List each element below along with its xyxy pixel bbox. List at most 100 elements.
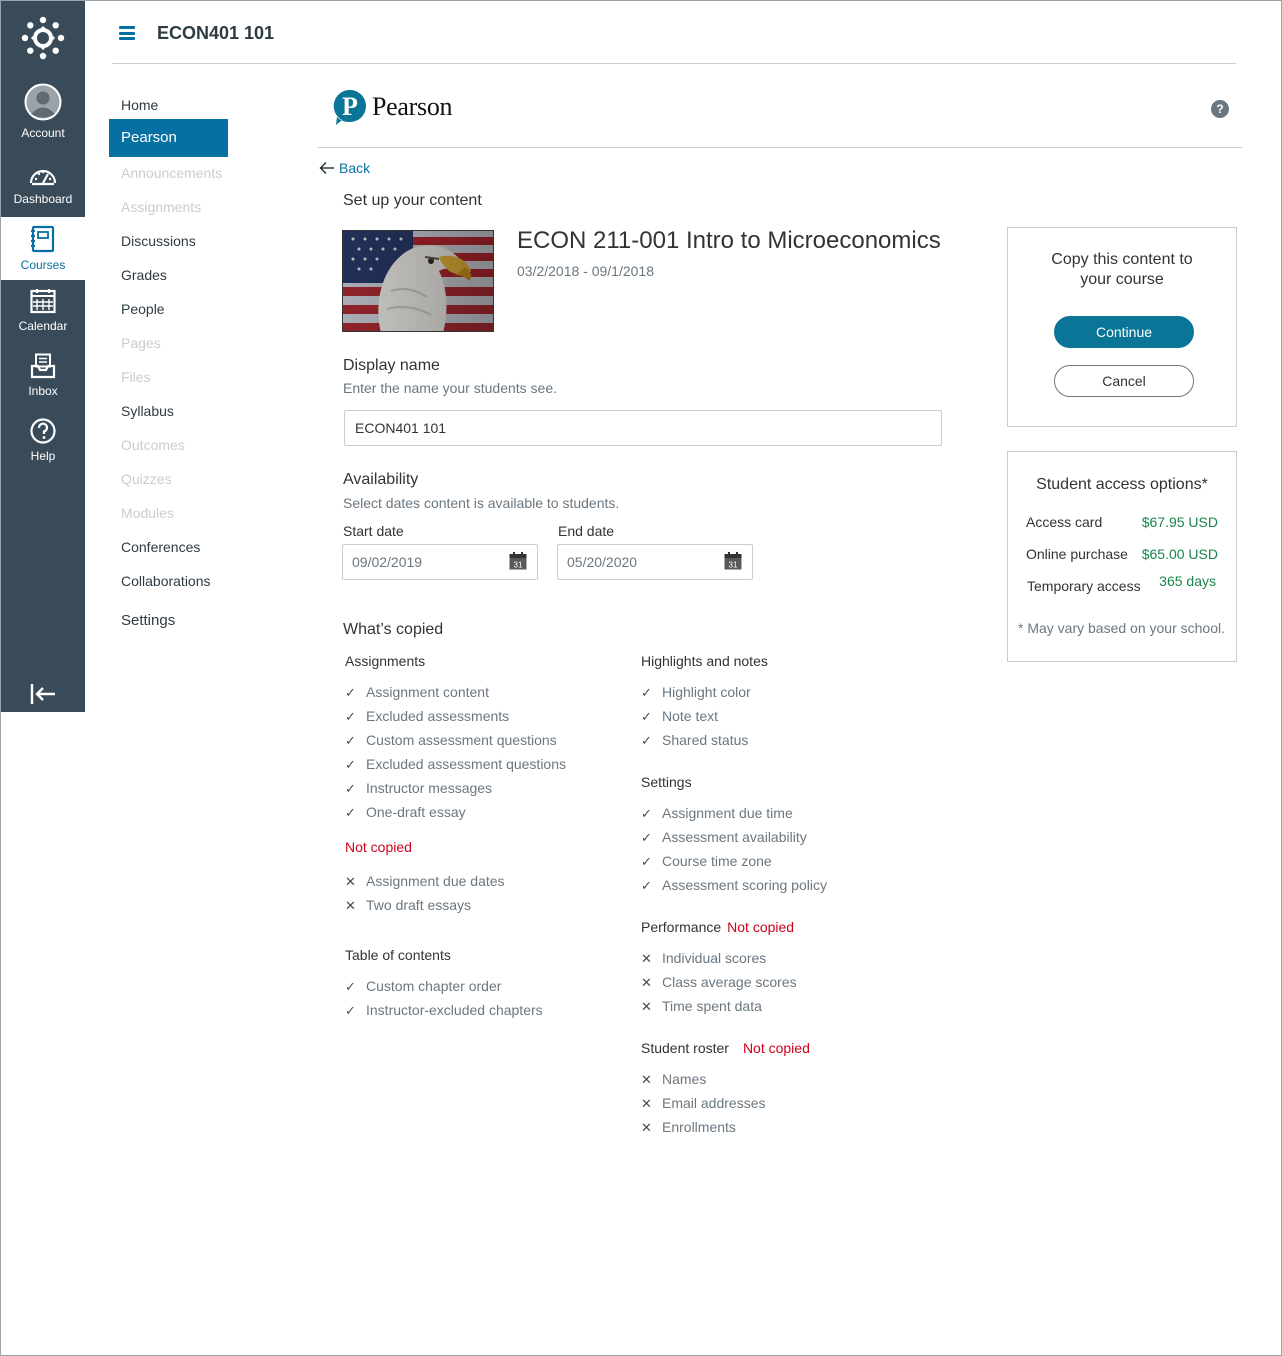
back-label: Back: [339, 160, 371, 176]
course-nav-discussions[interactable]: Discussions: [109, 222, 228, 260]
inbox-icon: [30, 353, 56, 379]
start-date-calendar-icon[interactable]: 31: [509, 552, 527, 570]
end-date-value: 05/20/2020: [567, 554, 638, 570]
availability-hint: Select dates content is available to stu…: [343, 495, 620, 511]
copied-item: ✓ Excluded assessments: [345, 708, 510, 724]
course-thumbnail: [342, 230, 494, 332]
back-link[interactable]: Back: [319, 160, 370, 176]
global-nav-dashboard[interactable]: Dashboard: [1, 163, 85, 213]
copied-item: ✓ Instructor messages: [345, 780, 493, 796]
account-avatar-icon: [24, 83, 62, 121]
x-mark-icon: ✕: [641, 975, 652, 990]
copied-item: ✓ Assessment scoring policy: [641, 877, 827, 893]
not-copied-item: ✕ Time spent data: [641, 998, 762, 1014]
copied-item: ✓ Assessment availability: [641, 829, 807, 845]
x-mark-icon: ✕: [641, 1096, 652, 1111]
course-nav-modules: Modules: [121, 505, 174, 521]
product-dates: 03/2/2018 - 09/1/2018: [517, 263, 655, 279]
access-option-duration: 365 days: [1159, 573, 1216, 589]
copied-item: ✓ Note text: [641, 708, 719, 724]
global-nav-label: Help: [30, 449, 56, 463]
end-date-label: End date: [558, 523, 615, 539]
calendar-day-number: 31: [729, 561, 738, 570]
checkmark-icon: ✓: [345, 805, 356, 820]
x-mark-icon: ✕: [345, 874, 356, 889]
help-icon: [30, 418, 56, 444]
copied-item: ✓ Highlight color: [641, 684, 751, 700]
not-copied-item: ✕ Class average scores: [641, 974, 797, 990]
courses-icon: [31, 225, 55, 253]
copied-item: ✓ Excluded assessment questions: [345, 756, 566, 772]
checkmark-icon: ✓: [641, 830, 652, 845]
course-nav-pearson[interactable]: Pearson: [109, 119, 228, 157]
x-mark-icon: ✕: [641, 999, 652, 1014]
global-nav-help[interactable]: Help: [1, 418, 85, 468]
course-nav-grades[interactable]: Grades: [109, 256, 228, 294]
checkmark-icon: ✓: [641, 685, 652, 700]
global-nav-inbox[interactable]: Inbox: [1, 353, 85, 403]
course-title: ECON401 101: [157, 23, 275, 43]
continue-button[interactable]: Continue: [1054, 316, 1194, 348]
x-mark-icon: ✕: [345, 898, 356, 913]
course-nav-settings[interactable]: Settings: [109, 602, 228, 640]
course-nav-conferences[interactable]: Conferences: [109, 528, 228, 566]
pearson-wordmark: Pearson: [372, 92, 453, 121]
checkmark-icon: ✓: [345, 1003, 356, 1018]
copied-item: ✓ Assignment content: [345, 684, 489, 700]
copied-item: ✓ Custom chapter order: [345, 978, 502, 994]
checkmark-icon: ✓: [345, 733, 356, 748]
global-nav-courses[interactable]: Courses: [1, 217, 85, 280]
course-nav-people[interactable]: People: [109, 290, 228, 328]
checkmark-icon: ✓: [345, 709, 356, 724]
checkmark-icon: ✓: [345, 979, 356, 994]
arrow-left-icon: [319, 161, 334, 175]
header-divider: [112, 63, 1236, 64]
course-nav-outcomes: Outcomes: [121, 437, 185, 453]
highlights-group-title: Highlights and notes: [641, 653, 768, 669]
x-mark-icon: ✕: [641, 1072, 652, 1087]
performance-group-title: Performance Not copied: [641, 919, 795, 935]
course-nav-collaborations[interactable]: Collaborations: [109, 562, 228, 600]
end-date-calendar-icon[interactable]: 31: [724, 552, 742, 570]
cancel-button[interactable]: Cancel: [1054, 365, 1194, 397]
collapse-nav-icon[interactable]: [29, 681, 57, 707]
canvas-logo-icon[interactable]: [21, 16, 65, 60]
not-copied-item: ✕ Enrollments: [641, 1119, 736, 1135]
display-name-input[interactable]: ECON401 101: [344, 410, 942, 446]
help-question-icon[interactable]: ?: [1211, 100, 1229, 118]
checkmark-icon: ✓: [641, 854, 652, 869]
whats-copied-title: What’s copied: [343, 621, 444, 638]
display-name-hint: Enter the name your students see.: [343, 380, 558, 396]
access-option-price: $65.00 USD: [1141, 546, 1218, 562]
access-option-label: Online purchase: [1026, 546, 1128, 562]
checkmark-icon: ✓: [345, 781, 356, 796]
global-nav-account[interactable]: Account: [1, 83, 85, 143]
course-nav-syllabus[interactable]: Syllabus: [109, 392, 228, 430]
product-title: ECON 211-001 Intro to Microeconomics: [517, 227, 941, 254]
global-nav-calendar[interactable]: Calendar: [1, 288, 85, 340]
student-access-panel: Student access options* Access card $67.…: [1007, 451, 1237, 662]
global-nav-label: Courses: [20, 258, 66, 272]
course-nav-pages: Pages: [121, 335, 161, 351]
hamburger-menu-icon[interactable]: [119, 26, 135, 40]
checkmark-icon: ✓: [641, 733, 652, 748]
not-copied-label: Not copied: [727, 919, 795, 935]
checkmark-icon: ✓: [345, 685, 356, 700]
course-nav-quizzes: Quizzes: [121, 471, 172, 487]
course-nav-announcements: Announcements: [121, 165, 223, 181]
not-copied-label: Not copied: [742, 1040, 810, 1056]
course-nav-assignments: Assignments: [121, 199, 202, 215]
access-option-label: Temporary access: [1027, 578, 1141, 594]
pearson-divider: [318, 147, 1242, 148]
not-copied-item: ✕ Assignment due dates: [345, 873, 505, 889]
copy-panel-title: Copy this content to your course: [1051, 251, 1193, 288]
svg-text:P: P: [342, 92, 358, 121]
settings-group-title: Settings: [641, 774, 692, 790]
copied-item: ✓ Custom assessment questions: [345, 732, 557, 748]
global-nav-label: Account: [21, 126, 65, 140]
checkmark-icon: ✓: [345, 757, 356, 772]
not-copied-label: Not copied: [345, 839, 412, 855]
copied-item: ✓ Shared status: [641, 732, 749, 748]
access-option-price: $67.95 USD: [1141, 514, 1218, 530]
global-nav: Account Dashboard Courses Calendar Inbox…: [1, 1, 85, 712]
